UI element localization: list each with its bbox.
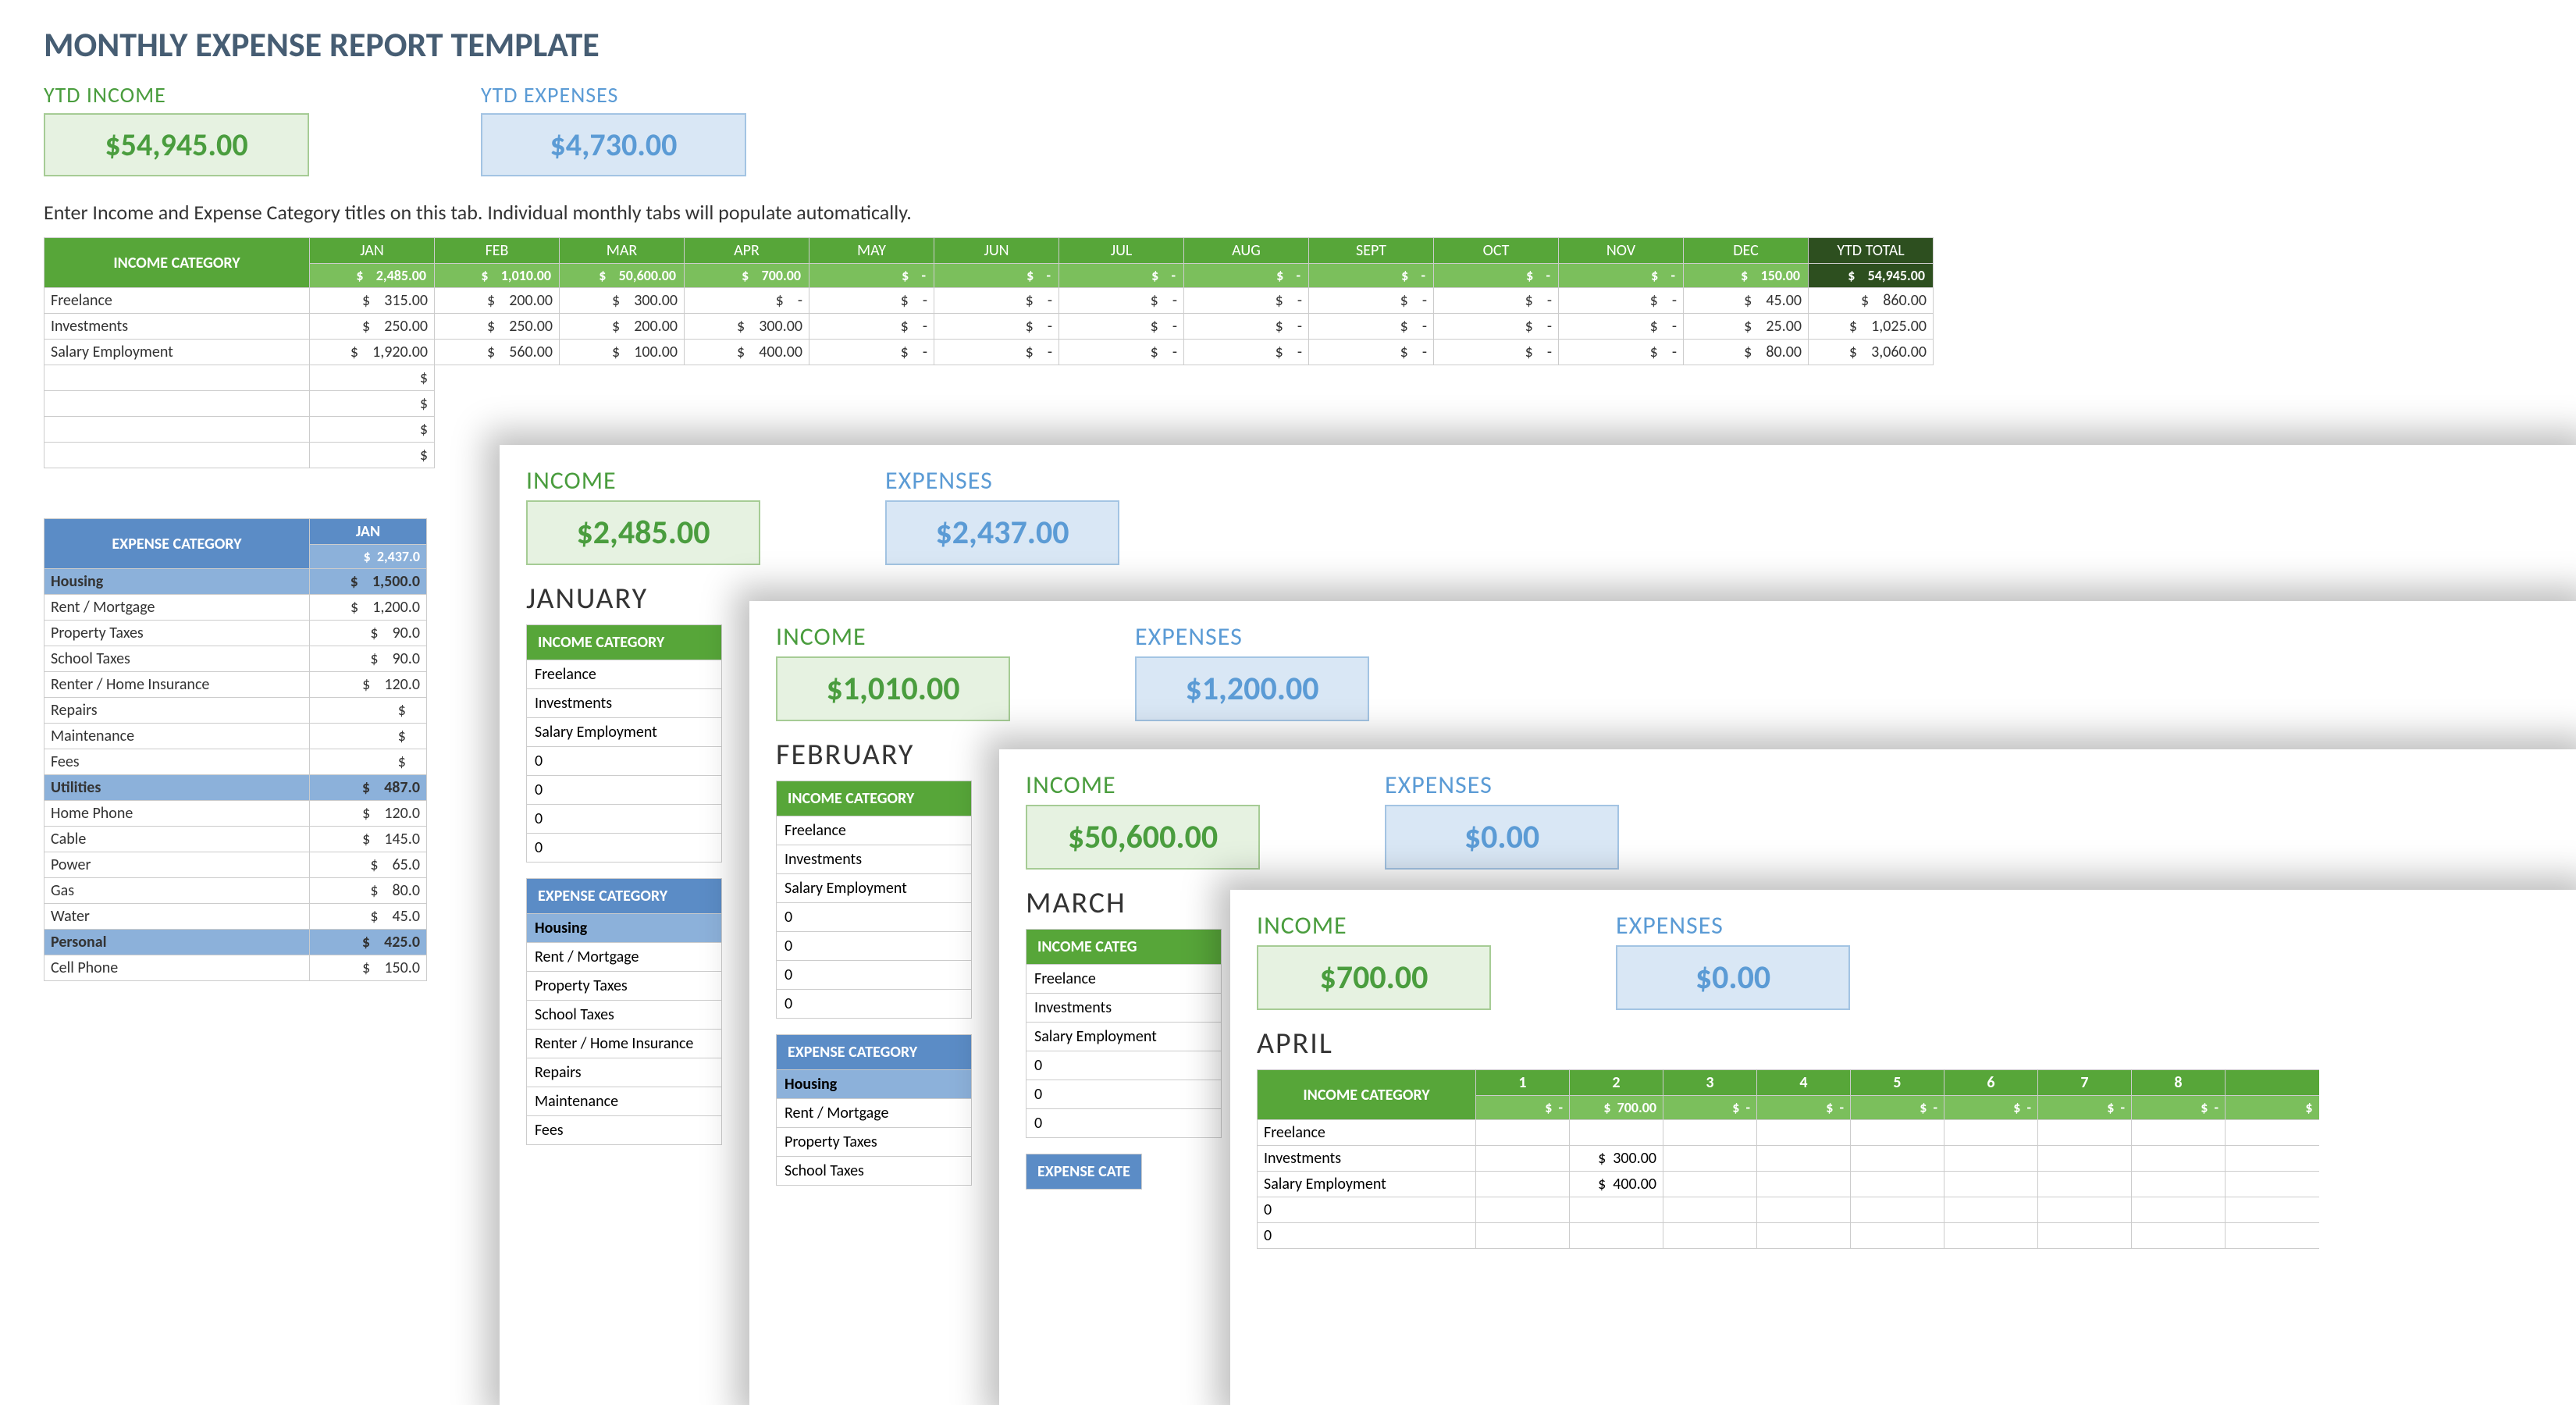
expense-category-header: EXPENSE CATEGORY	[44, 519, 310, 569]
ytd-kpi-row: YTD INCOME $54,945.00 YTD EXPENSES $4,73…	[0, 81, 2576, 176]
income-category-header: INCOME CATEGORY	[44, 238, 310, 288]
ytd-income-label: YTD INCOME	[44, 81, 309, 108]
income-category-table[interactable]: INCOME CATEGORY JANFEBMARAPRMAYJUNJULAUG…	[44, 237, 1934, 468]
ytd-income-value: $54,945.00	[44, 113, 309, 176]
ytd-expense-label: YTD EXPENSES	[481, 81, 746, 108]
ytd-total-header: YTD TOTAL	[1809, 238, 1934, 264]
ytd-expense-value: $4,730.00	[481, 113, 746, 176]
sheet-april[interactable]: INCOME$700.00 EXPENSES$0.00 APRIL INCOME…	[1230, 890, 2576, 1405]
april-income-table[interactable]: INCOME CATEGORY 12345678 $ -$ 700.00$ -$…	[1257, 1069, 2319, 1249]
month-label-april: APRIL	[1257, 1026, 2549, 1062]
expense-category-table[interactable]: EXPENSE CATEGORYJAN $ 2,437.0 Housing$ 1…	[44, 518, 427, 981]
instruction-text: Enter Income and Expense Category titles…	[0, 176, 2576, 237]
page-title: MONTHLY EXPENSE REPORT TEMPLATE	[0, 0, 2576, 81]
